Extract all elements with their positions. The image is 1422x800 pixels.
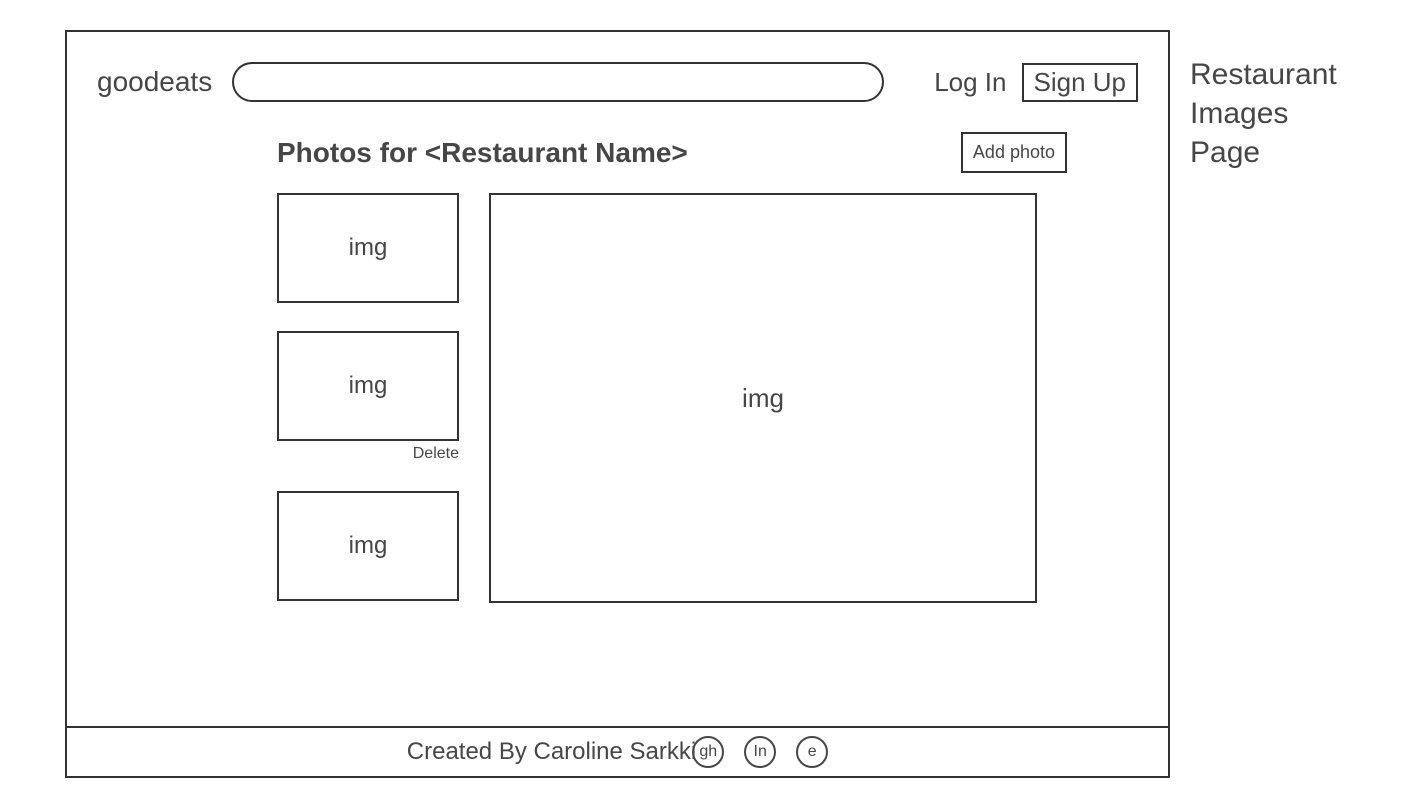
signup-button[interactable]: Sign Up: [1022, 63, 1139, 102]
thumbnail-image[interactable]: img: [277, 193, 459, 303]
content: Photos for <Restaurant Name> Add photo i…: [67, 102, 1168, 603]
title-row: Photos for <Restaurant Name> Add photo: [277, 132, 1067, 173]
page-annotation: Restaurant Images Page: [1190, 55, 1337, 172]
thumb-wrapper: img Delete: [277, 331, 459, 463]
search-input[interactable]: [232, 62, 884, 102]
auth-section: Log In Sign Up: [934, 63, 1138, 102]
footer-text-wrap: Created By Caroline Sarkki gh: [407, 736, 724, 768]
delete-link[interactable]: Delete: [413, 445, 459, 463]
login-link[interactable]: Log In: [934, 67, 1006, 98]
thumbs-column: img img Delete img: [277, 193, 459, 603]
thumbnail-image[interactable]: img: [277, 331, 459, 441]
thumb-wrapper: img: [277, 193, 459, 303]
logo[interactable]: goodeats: [97, 66, 212, 98]
email-icon[interactable]: e: [796, 736, 828, 768]
main-image[interactable]: img: [489, 193, 1037, 603]
add-photo-button[interactable]: Add photo: [961, 132, 1067, 173]
footer: Created By Caroline Sarkki gh In e: [67, 726, 1168, 776]
github-icon[interactable]: gh: [692, 736, 724, 768]
annotation-line: Images: [1190, 94, 1337, 133]
linkedin-icon[interactable]: In: [744, 736, 776, 768]
thumbnail-image[interactable]: img: [277, 491, 459, 601]
thumb-wrapper: img: [277, 491, 459, 601]
annotation-line: Page: [1190, 133, 1337, 172]
page-frame: goodeats Log In Sign Up Photos for <Rest…: [65, 30, 1170, 778]
gallery: img img Delete img img: [277, 193, 1138, 603]
footer-text: Created By Caroline Sarkki: [407, 738, 696, 766]
header: goodeats Log In Sign Up: [67, 32, 1168, 102]
page-title: Photos for <Restaurant Name>: [277, 137, 688, 169]
annotation-line: Restaurant: [1190, 55, 1337, 94]
